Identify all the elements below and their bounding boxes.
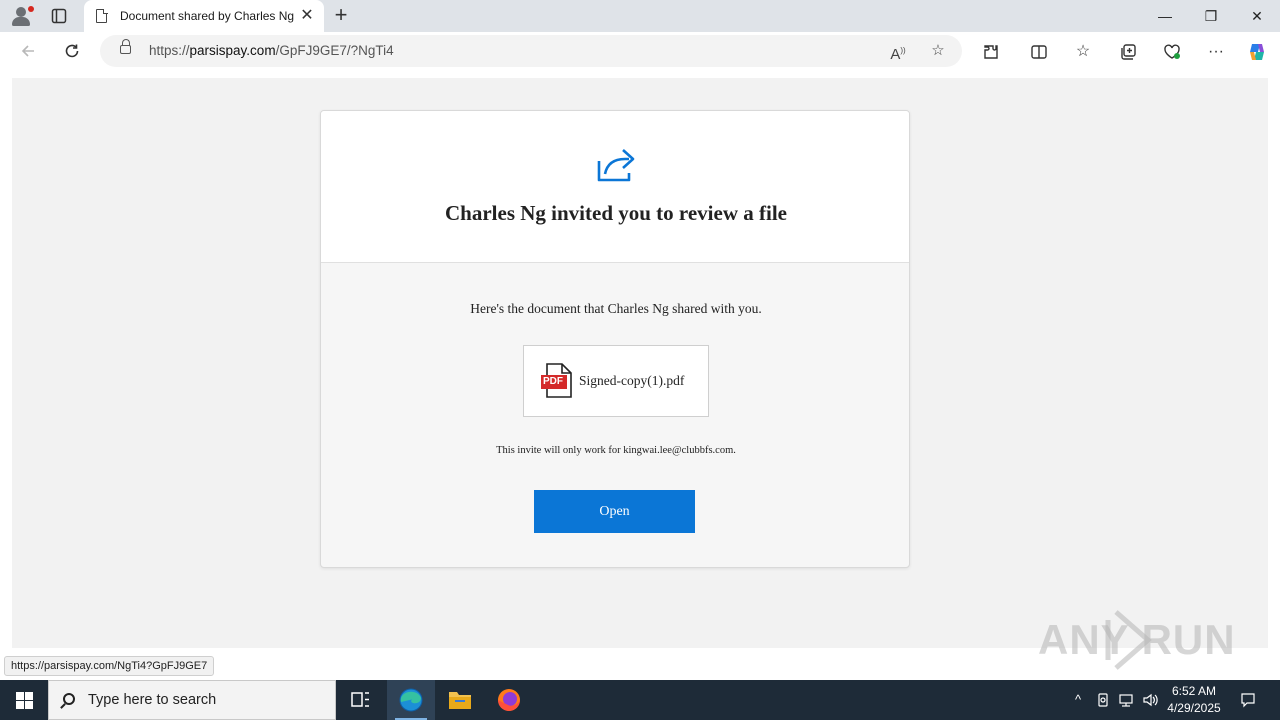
browser-tab-strip: Document shared by Charles Ng ✕ + — ❐ ✕ [0, 0, 1280, 32]
close-window-button[interactable]: ✕ [1234, 0, 1280, 32]
settings-more-icon[interactable]: ··· [1205, 41, 1227, 63]
copilot-icon[interactable] [1246, 41, 1268, 63]
share-card: Charles Ng invited you to review a file … [320, 110, 910, 568]
refresh-button[interactable] [58, 37, 86, 65]
volume-icon[interactable] [1142, 692, 1158, 708]
extensions-icon[interactable] [980, 41, 1002, 63]
invite-note: This invite will only work for kingwai.l… [496, 445, 736, 456]
task-view-icon[interactable] [336, 680, 384, 720]
file-name: Signed-copy(1).pdf [579, 373, 685, 388]
profile-avatar-icon[interactable] [8, 4, 34, 28]
tab-close-icon[interactable]: ✕ [298, 7, 316, 25]
tray-device-icon[interactable] [1095, 692, 1111, 708]
windows-taskbar: Type here to search ^ 6:52 AM 4/29/2025 [0, 680, 1280, 720]
notifications-icon[interactable] [1240, 692, 1256, 708]
open-button[interactable]: Open [534, 490, 695, 533]
back-button[interactable] [14, 37, 42, 65]
pdf-icon-label: PDF [543, 376, 563, 387]
share-card-header: Charles Ng invited you to review a file [321, 111, 909, 263]
address-url[interactable]: https://parsispay.com/GpFJ9GE7/?NgTi4 [149, 43, 394, 58]
address-bar[interactable]: https://parsispay.com/GpFJ9GE7/?NgTi4 A)… [100, 35, 962, 67]
start-button[interactable] [0, 680, 48, 720]
page-subtitle: Here's the document that Charles Ng shar… [470, 301, 762, 316]
anyrun-watermark: ANY RUN [1036, 608, 1236, 672]
new-tab-button[interactable]: + [330, 4, 352, 26]
taskbar-search-input[interactable]: Type here to search [48, 680, 336, 720]
watermark-text: ANY RUN [1038, 616, 1236, 663]
search-icon [63, 693, 75, 705]
restore-button[interactable]: ❐ [1188, 0, 1234, 32]
page-background: Charles Ng invited you to review a file … [12, 78, 1268, 648]
browser-toolbar: https://parsispay.com/GpFJ9GE7/?NgTi4 A)… [0, 32, 1280, 70]
search-placeholder: Type here to search [88, 692, 217, 708]
browser-tab-active[interactable]: Document shared by Charles Ng ✕ [84, 0, 324, 32]
lock-icon[interactable] [120, 39, 131, 54]
tray-chevron-up-icon[interactable]: ^ [1070, 692, 1086, 708]
clock-date: 4/29/2025 [1167, 701, 1221, 715]
taskbar-clock[interactable]: 6:52 AM 4/29/2025 [1160, 683, 1228, 717]
favorite-star-icon[interactable]: ☆ [928, 41, 948, 61]
edge-browser-icon[interactable] [387, 680, 435, 720]
document-icon [96, 8, 108, 23]
read-aloud-icon[interactable]: A)) [888, 41, 908, 63]
firefox-icon[interactable] [485, 680, 533, 720]
page-viewport: Charles Ng invited you to review a file … [0, 70, 1280, 680]
status-bar-url: https://parsispay.com/NgTi4?GpFJ9GE7 [4, 656, 215, 676]
collections-icon[interactable] [1117, 41, 1139, 63]
clock-time: 6:52 AM [1171, 684, 1217, 698]
share-icon [595, 145, 637, 183]
network-icon[interactable] [1118, 692, 1134, 708]
favorites-icon[interactable]: ☆ [1072, 41, 1094, 63]
file-explorer-icon[interactable] [436, 680, 484, 720]
tab-title: Document shared by Charles Ng [120, 9, 295, 23]
page-title: Charles Ng invited you to review a file [445, 201, 787, 225]
pdf-file-icon: PDF [541, 363, 573, 399]
file-attachment[interactable]: PDF Signed-copy(1).pdf [523, 345, 709, 417]
split-screen-icon[interactable] [1028, 41, 1050, 63]
browser-essentials-icon[interactable] [1161, 41, 1183, 63]
minimize-button[interactable]: — [1142, 0, 1188, 32]
tab-actions-icon[interactable] [50, 7, 68, 25]
